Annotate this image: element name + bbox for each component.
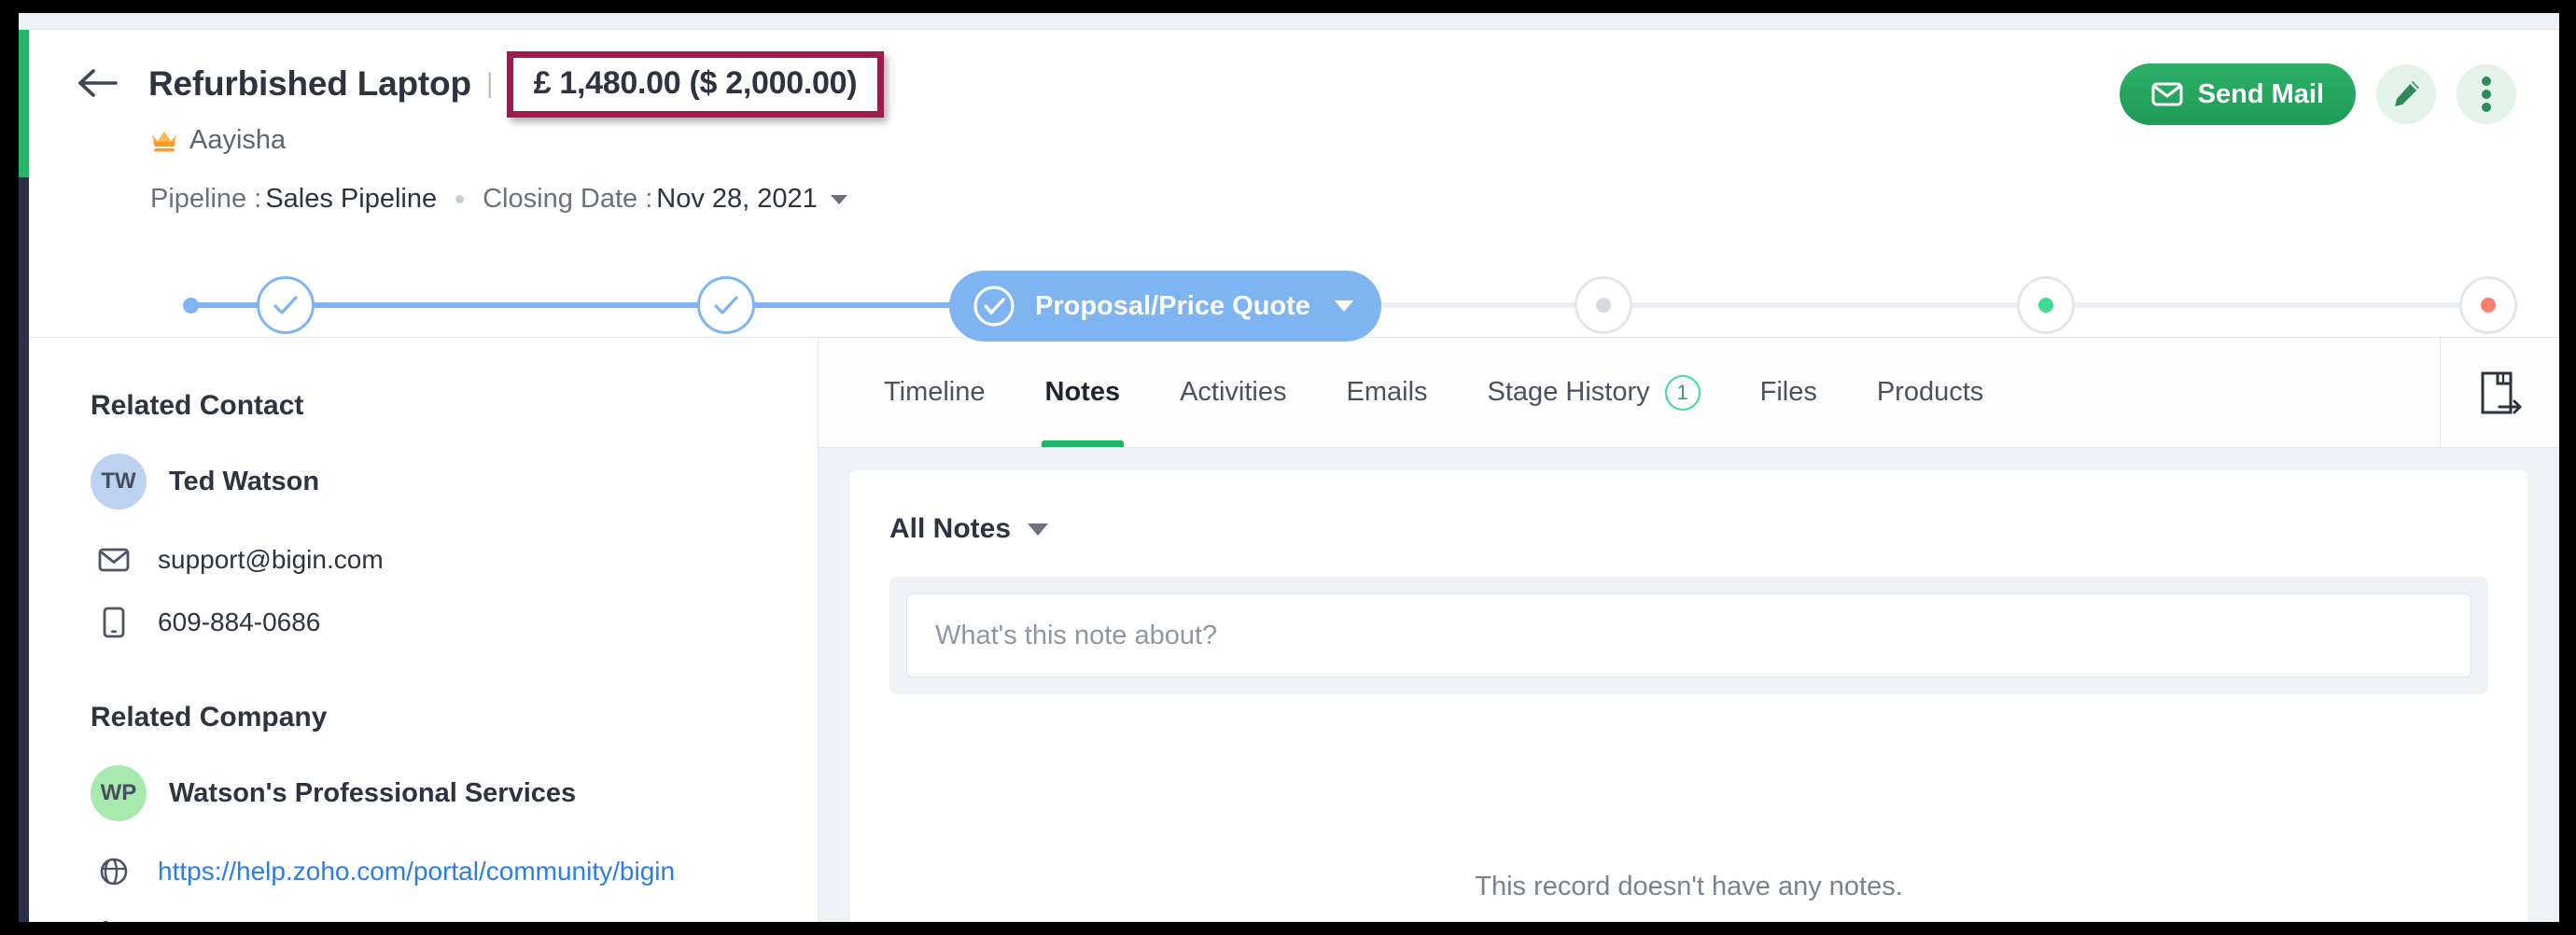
contact-email[interactable]: support@bigin.com	[158, 545, 384, 575]
related-info-sidebar: Related Contact TW Ted Watson support@bi…	[29, 338, 819, 922]
related-company-title: Related Company	[91, 702, 818, 733]
avatar: TW	[91, 454, 147, 509]
stage-node-completed-2[interactable]	[697, 276, 755, 334]
amount-highlight-box: £ 1,480.00 ($ 2,000.00)	[507, 51, 885, 118]
note-compose-wrapper	[889, 577, 2488, 694]
related-contact-title: Related Contact	[91, 390, 818, 422]
screenshot-frame: Refurbished Laptop | £ 1,480.00 ($ 2,000…	[0, 0, 2576, 935]
stage-dot	[1596, 298, 1611, 313]
globe-icon	[94, 857, 133, 886]
phone-icon	[94, 918, 133, 922]
record-owner[interactable]: Aayisha	[150, 125, 884, 156]
company-phone[interactable]: 609-281-3662	[158, 918, 320, 922]
edit-button[interactable]	[2376, 64, 2436, 124]
related-company-row[interactable]: WP Watson's Professional Services	[91, 765, 818, 821]
record-header: Refurbished Laptop | £ 1,480.00 ($ 2,000…	[29, 30, 2559, 338]
more-options-button[interactable]	[2457, 64, 2516, 124]
stage-node-completed-1[interactable]	[257, 276, 315, 334]
header-actions: Send Mail	[2120, 63, 2516, 125]
chevron-down-icon[interactable]	[831, 195, 847, 204]
tab-label: Timeline	[884, 377, 986, 408]
crown-icon	[150, 129, 178, 153]
notes-card: All Notes This record doesn't have any n…	[850, 470, 2527, 922]
check-icon	[272, 294, 300, 316]
title-block: Refurbished Laptop | £ 1,480.00 ($ 2,000…	[148, 56, 884, 215]
tab-label: Products	[1877, 377, 1983, 408]
company-website[interactable]: https://help.zoho.com/portal/community/b…	[158, 857, 675, 886]
stage-node-lost[interactable]	[2459, 276, 2517, 334]
pencil-icon	[2390, 78, 2422, 110]
envelope-icon	[94, 547, 133, 573]
notes-filter-label: All Notes	[889, 513, 1011, 545]
record-meta: Pipeline : Sales Pipeline Closing Date :…	[150, 184, 884, 215]
tab-label: Stage History	[1488, 377, 1650, 408]
tab-label: Emails	[1347, 377, 1428, 408]
related-company-name[interactable]: Watson's Professional Services	[169, 778, 576, 809]
contact-email-row[interactable]: support@bigin.com	[91, 545, 818, 575]
notes-area: All Notes This record doesn't have any n…	[819, 448, 2559, 922]
envelope-icon	[2151, 81, 2183, 107]
notes-filter-dropdown[interactable]: All Notes	[889, 513, 1048, 545]
header-accent-bar	[19, 30, 29, 177]
related-contact-row[interactable]: TW Ted Watson	[91, 454, 818, 509]
company-phone-row[interactable]: 609-281-3662	[91, 918, 818, 922]
tab-label: Notes	[1045, 377, 1121, 408]
company-website-row[interactable]: https://help.zoho.com/portal/community/b…	[91, 857, 818, 886]
empty-notes-message: This record doesn't have any notes.	[850, 872, 2527, 902]
note-input[interactable]	[906, 593, 2471, 677]
avatar: WP	[91, 765, 147, 821]
meta-separator-dot	[455, 195, 464, 203]
stage-current-label: Proposal/Price Quote	[1035, 291, 1310, 322]
mobile-icon	[94, 607, 133, 638]
tabs-bar: Timeline Notes Activities Emails Stage H	[819, 338, 2559, 448]
check-icon	[712, 294, 740, 316]
tab-timeline[interactable]: Timeline	[854, 338, 1015, 447]
page-title: Refurbished Laptop	[148, 64, 471, 104]
sidebar-accent-bar	[19, 177, 29, 922]
back-arrow-icon[interactable]	[72, 62, 122, 105]
record-body: Related Contact TW Ted Watson support@bi…	[29, 338, 2559, 922]
stage-start-dot	[183, 298, 199, 314]
detail-panel: Timeline Notes Activities Emails Stage H	[819, 338, 2559, 922]
section-spacer	[91, 670, 818, 702]
tab-stage-history[interactable]: Stage History 1	[1458, 338, 1730, 447]
closing-date-value[interactable]: Nov 28, 2021	[656, 184, 818, 215]
owner-name: Aayisha	[189, 125, 286, 156]
expand-panel-button[interactable]	[2440, 338, 2559, 447]
tab-files[interactable]: Files	[1730, 338, 1847, 447]
record-header-top: Refurbished Laptop | £ 1,480.00 ($ 2,000…	[29, 30, 2559, 215]
status-badge: 1	[1665, 375, 1701, 411]
deal-amount[interactable]: £ 1,480.00 ($ 2,000.00)	[534, 65, 858, 102]
tab-notes[interactable]: Notes	[1015, 338, 1151, 447]
chevron-down-icon[interactable]	[1335, 300, 1353, 312]
tab-emails[interactable]: Emails	[1317, 338, 1458, 447]
chevron-down-icon	[1028, 523, 1048, 536]
title-separator: |	[486, 68, 494, 100]
pipeline-label: Pipeline :	[150, 184, 261, 215]
window-top-strip	[19, 13, 2559, 30]
tab-label: Activities	[1180, 377, 1286, 408]
stage-current-pill[interactable]: Proposal/Price Quote	[949, 271, 1381, 342]
pipeline-value[interactable]: Sales Pipeline	[265, 184, 437, 215]
tab-activities[interactable]: Activities	[1150, 338, 1316, 447]
stage-node-won[interactable]	[2017, 276, 2075, 334]
related-contact-name[interactable]: Ted Watson	[169, 467, 319, 497]
tab-label: Files	[1760, 377, 1817, 408]
closing-date-label: Closing Date :	[483, 184, 652, 215]
tabs: Timeline Notes Activities Emails Stage H	[819, 338, 2440, 447]
send-mail-button[interactable]: Send Mail	[2120, 63, 2356, 125]
app-window: Refurbished Laptop | £ 1,480.00 ($ 2,000…	[19, 13, 2559, 922]
more-vertical-icon	[2481, 76, 2492, 113]
title-row: Refurbished Laptop | £ 1,480.00 ($ 2,000…	[148, 56, 884, 112]
lost-dot	[2481, 298, 2496, 313]
won-dot	[2038, 298, 2053, 313]
send-mail-label: Send Mail	[2198, 79, 2324, 110]
contact-phone-row[interactable]: 609-884-0686	[91, 607, 818, 638]
tab-products[interactable]: Products	[1847, 338, 2013, 447]
check-circle-icon	[970, 282, 1018, 330]
stage-node-upcoming[interactable]	[1575, 276, 1632, 334]
contact-phone[interactable]: 609-884-0686	[158, 607, 320, 637]
expand-panel-icon	[2479, 370, 2522, 416]
